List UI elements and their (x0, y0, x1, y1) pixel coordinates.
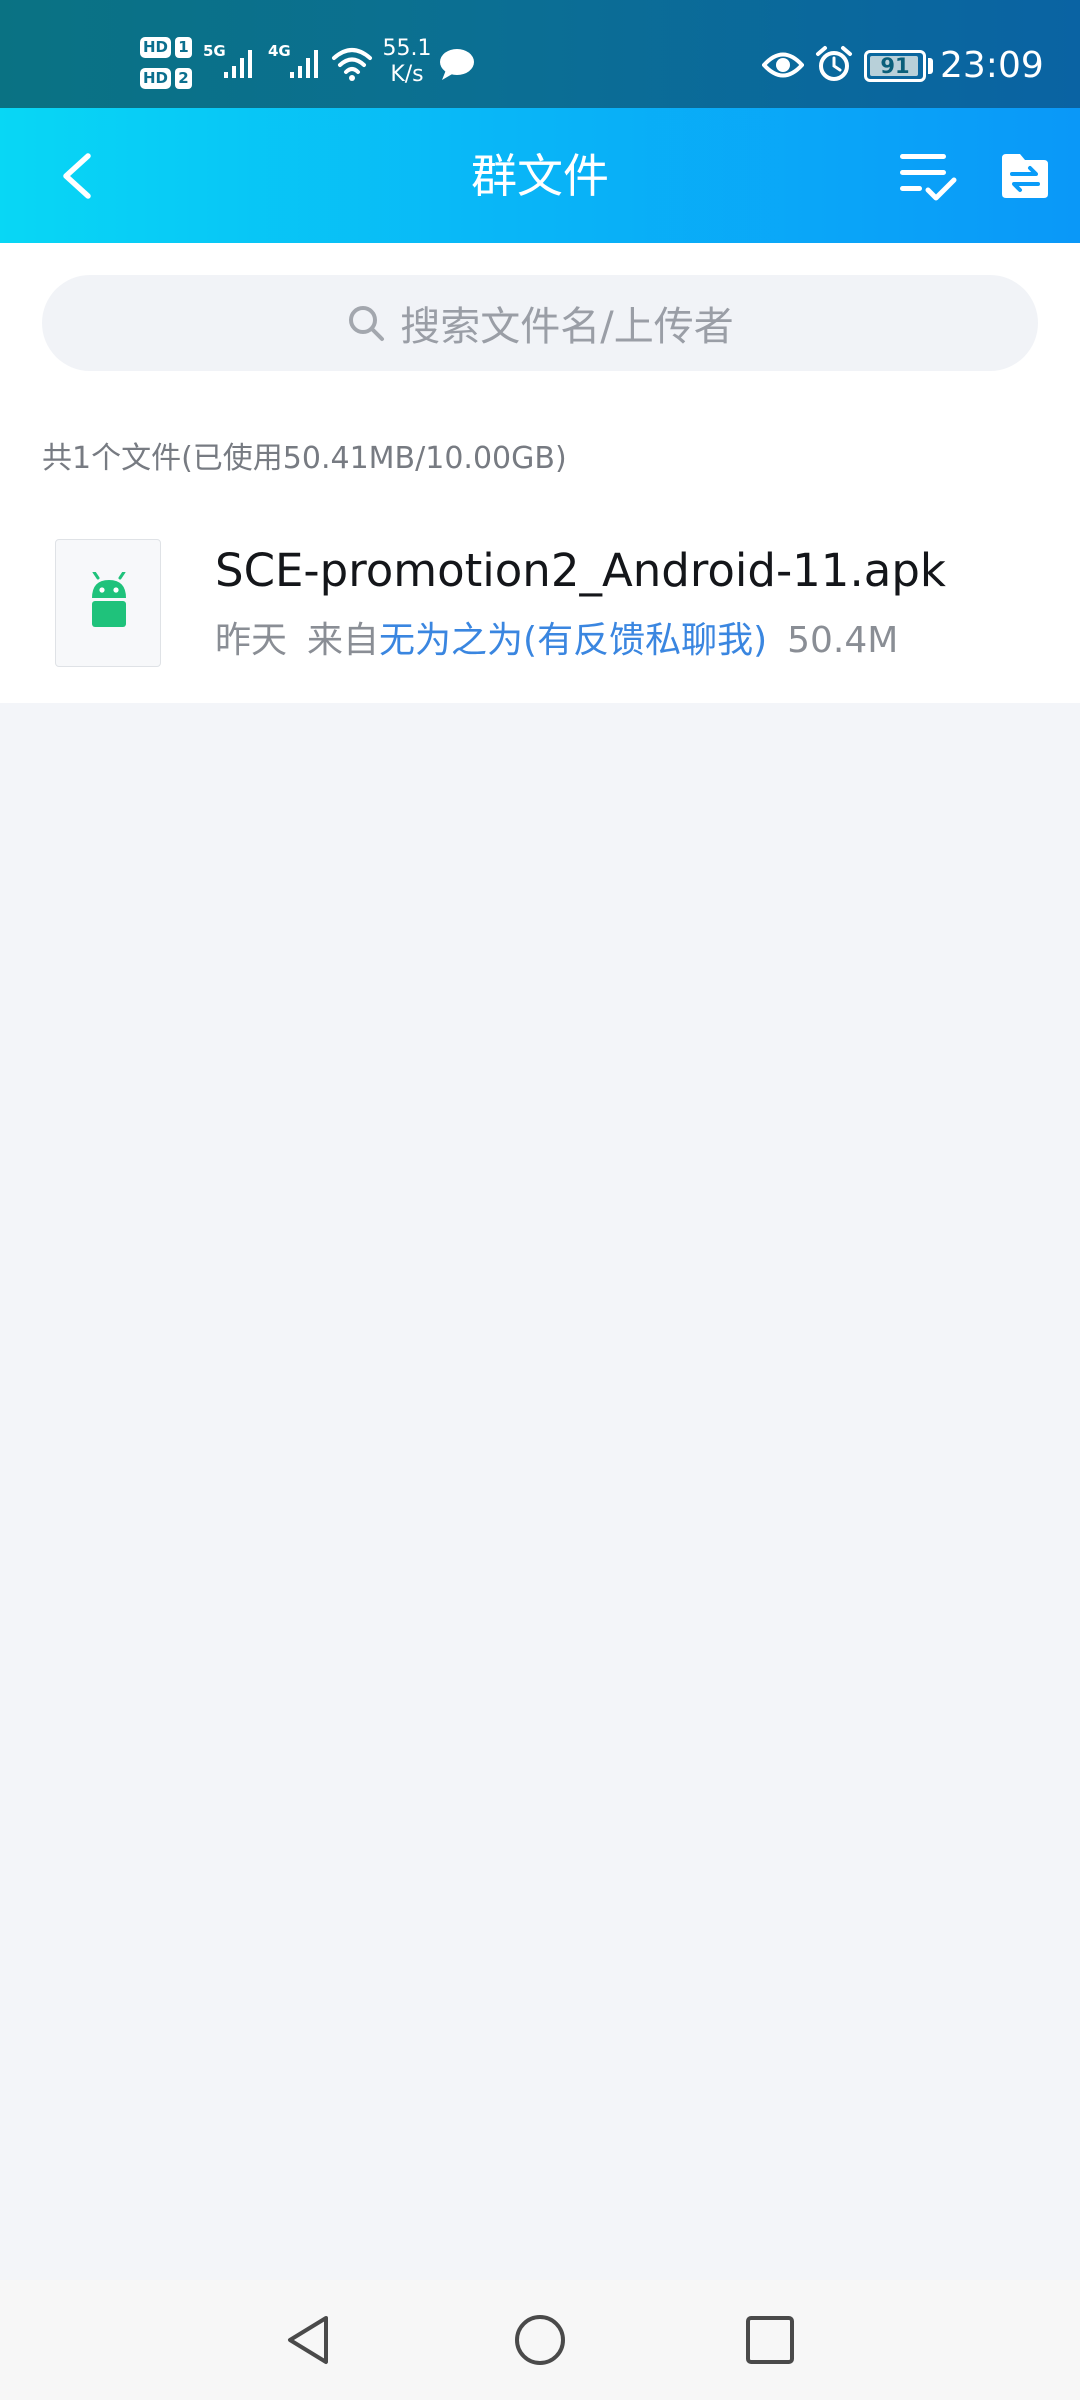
wifi-icon (332, 48, 372, 81)
speed-unit: K/s (390, 62, 424, 87)
status-bar: HD 1 HD 2 5G 4G 55.1 K/s 91 23:09 (0, 0, 1080, 108)
file-meta: 昨天 来自 无为之为(有反馈私聊我) 50.4M (215, 617, 898, 665)
hd-badge-1: HD (140, 37, 172, 58)
file-summary: 共1个文件(已使用50.41MB/10.00GB) (42, 441, 567, 476)
file-size: 50.4M (787, 620, 899, 661)
search-input[interactable] (42, 275, 1038, 371)
recents-square-icon (746, 2316, 794, 2364)
battery-level: 91 (880, 54, 910, 78)
signal-icon (290, 50, 318, 78)
sim2-number: 2 (175, 68, 193, 89)
file-from-label: 来自 (307, 620, 380, 661)
back-triangle-icon (288, 2316, 328, 2364)
android-icon (92, 572, 126, 627)
file-thumbnail (55, 539, 161, 667)
sim1-number: 1 (175, 37, 193, 58)
eye-icon (762, 52, 804, 78)
home-circle-icon (515, 2315, 565, 2365)
sim-indicators: HD 1 HD 2 (140, 34, 194, 96)
hd-badge-2: HD (140, 68, 172, 89)
folder-transfer-icon (1002, 154, 1048, 198)
network-speed: 55.1 K/s (382, 36, 432, 88)
nav-recents-button[interactable] (742, 2312, 798, 2368)
clock: 23:09 (940, 45, 1044, 86)
nav-home-button[interactable] (512, 2312, 568, 2368)
app-header: 群文件 (0, 108, 1080, 243)
signal-icon (224, 50, 252, 78)
file-uploader-link[interactable]: 无为之为(有反馈私聊我) (379, 617, 767, 665)
search-bar[interactable]: 搜索文件名/上传者 (42, 275, 1038, 371)
folder-transfer-button[interactable] (998, 148, 1052, 204)
multi-select-button[interactable] (896, 146, 958, 206)
navigation-bar (0, 2280, 1080, 2400)
file-name[interactable]: SCE-promotion2_Android-11.apk (215, 543, 946, 599)
file-date: 昨天 (215, 620, 288, 661)
speed-value: 55.1 (382, 36, 432, 61)
alarm-icon (816, 46, 852, 81)
nav-back-button[interactable] (282, 2312, 338, 2368)
battery-tip (928, 58, 933, 74)
battery-icon: 91 (864, 50, 926, 82)
message-bubble-icon (440, 49, 474, 80)
multi-select-icon (900, 154, 957, 201)
